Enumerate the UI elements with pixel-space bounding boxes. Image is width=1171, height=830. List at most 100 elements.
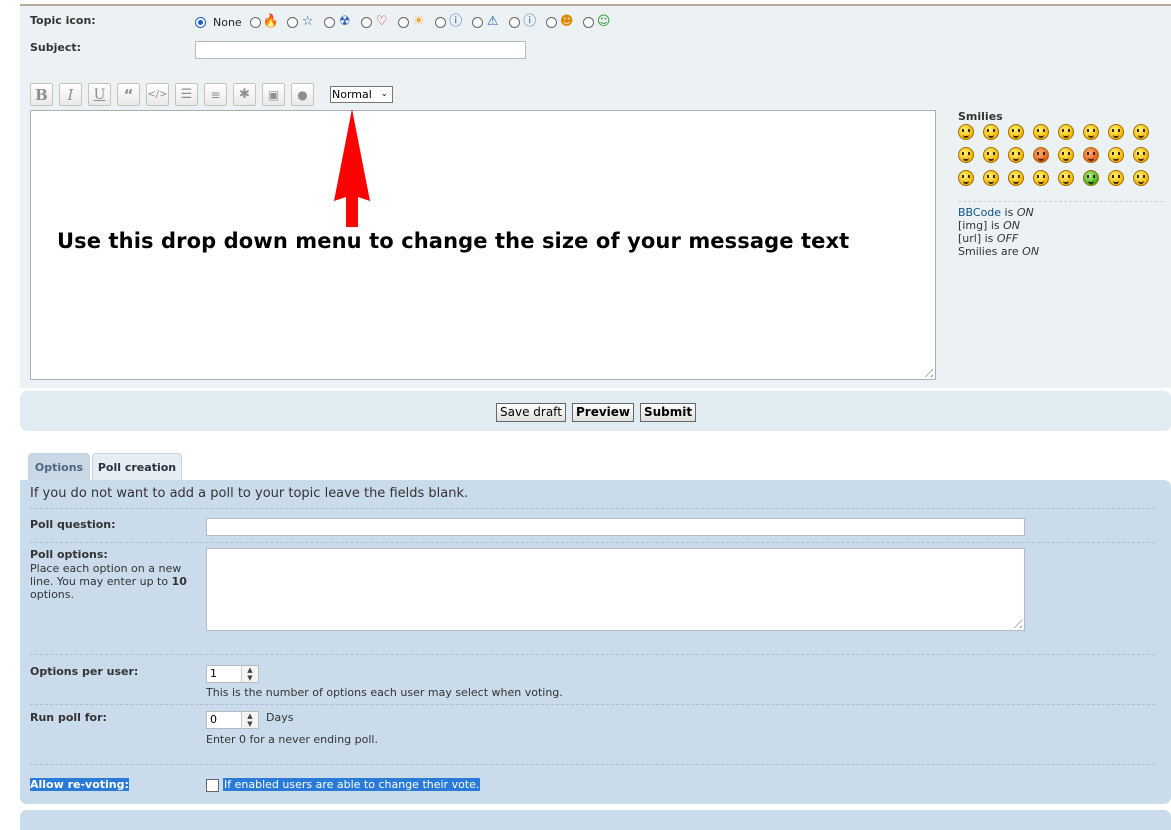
list-icon: ☰ bbox=[180, 87, 193, 102]
divider bbox=[30, 508, 1155, 509]
subject-label: Subject: bbox=[30, 41, 82, 54]
code-icon: </> bbox=[147, 89, 168, 100]
list-button[interactable]: ☰ bbox=[175, 83, 198, 106]
topic-icon-radio-sun[interactable] bbox=[397, 16, 409, 28]
topic-icon-radio-none[interactable] bbox=[195, 16, 206, 28]
bbcode-toolbar: B I U “ </> ☰ ≡ ✱ ▣ ● bbox=[30, 83, 320, 106]
topic-icon-radio-grin[interactable] bbox=[582, 16, 594, 28]
smiley-icon[interactable] bbox=[1133, 170, 1149, 186]
bbcode-link[interactable]: BBCode bbox=[958, 206, 1001, 219]
smiley-icon[interactable] bbox=[1133, 124, 1149, 140]
poll-options-label: Poll options: bbox=[30, 548, 108, 561]
tab-options[interactable]: Options bbox=[28, 453, 90, 480]
topic-icon-radio-radioactive[interactable] bbox=[323, 16, 335, 28]
run-poll-for-unit: Days bbox=[266, 711, 294, 724]
asterisk-icon: ✱ bbox=[239, 87, 250, 102]
poll-options-max: 10 bbox=[171, 575, 187, 588]
smiley-icon[interactable] bbox=[1058, 147, 1074, 163]
resize-handle[interactable] bbox=[1010, 616, 1022, 628]
smilies-label: Smilies are bbox=[958, 245, 1023, 258]
options-per-user-stepper[interactable]: 1 ▲ ▼ bbox=[206, 665, 259, 683]
smiley-icon[interactable] bbox=[1033, 124, 1049, 140]
topic-icon-label: Topic icon: bbox=[30, 14, 96, 27]
options-per-user-value: 1 bbox=[210, 667, 217, 680]
smiley-icon[interactable] bbox=[1033, 170, 1049, 186]
smiley-icon[interactable] bbox=[1008, 124, 1024, 140]
smiley-icon[interactable] bbox=[1083, 124, 1099, 140]
topic-icon-radio-info[interactable] bbox=[508, 16, 520, 28]
code-button[interactable]: </> bbox=[146, 83, 169, 106]
stepper-arrows-icon[interactable]: ▲ ▼ bbox=[241, 666, 258, 682]
smilies-state: ON bbox=[1022, 245, 1040, 258]
allow-revoting-checkbox[interactable] bbox=[206, 779, 219, 792]
font-size-select[interactable]: Normal ⌄ bbox=[330, 86, 393, 103]
resize-handle[interactable] bbox=[921, 365, 933, 377]
allow-revoting-label: Allow re-voting: bbox=[30, 778, 129, 791]
star-icon: ☆ bbox=[301, 14, 314, 29]
stepper-arrows-icon[interactable]: ▲ ▼ bbox=[241, 712, 258, 728]
topic-icon-radio-warning[interactable] bbox=[471, 16, 483, 28]
img-state: ON bbox=[1003, 219, 1021, 232]
topic-icon-radio-star[interactable] bbox=[286, 16, 298, 28]
quote-button[interactable]: “ bbox=[117, 83, 140, 106]
subject-input[interactable] bbox=[195, 41, 526, 59]
submit-button[interactable]: Submit bbox=[640, 403, 697, 422]
smiley-icon[interactable] bbox=[1108, 147, 1124, 163]
divider bbox=[30, 704, 1155, 705]
smiley-icon[interactable] bbox=[1083, 147, 1099, 163]
poll-options-description: Place each option on a new line. You may… bbox=[30, 562, 200, 601]
topic-icon-none-label: None bbox=[213, 15, 242, 29]
red-arrow-annotation bbox=[334, 109, 370, 227]
font-color-button[interactable]: ● bbox=[291, 83, 314, 106]
tab-poll-creation[interactable]: Poll creation bbox=[92, 453, 182, 480]
smiley-icon[interactable] bbox=[1108, 170, 1124, 186]
droplet-icon: ● bbox=[297, 87, 308, 102]
grin-icon: ☺ bbox=[596, 14, 611, 29]
topic-icon-radio-question[interactable] bbox=[434, 16, 446, 28]
italic-button[interactable]: I bbox=[59, 83, 82, 106]
smiley-icon[interactable] bbox=[1133, 147, 1149, 163]
bbcode-state: ON bbox=[1016, 206, 1034, 219]
poll-options-desc-1: Place each option on a new line. You may… bbox=[30, 562, 182, 588]
preview-button[interactable]: Preview bbox=[572, 403, 635, 422]
smiley-icon[interactable] bbox=[1058, 170, 1074, 186]
run-poll-for-hint: Enter 0 for a never ending poll. bbox=[206, 733, 378, 746]
topic-icon-radio-smiley[interactable] bbox=[545, 16, 557, 28]
smiley-icon[interactable] bbox=[1058, 124, 1074, 140]
smiley-icon[interactable] bbox=[958, 170, 974, 186]
smiley-icon[interactable] bbox=[1108, 124, 1124, 140]
question-icon: ⓘ bbox=[449, 14, 463, 29]
chevron-down-icon: ⌄ bbox=[380, 89, 388, 99]
footer-panel bbox=[20, 810, 1171, 830]
smilies-grid bbox=[958, 124, 1166, 186]
smiley-icon[interactable] bbox=[1008, 147, 1024, 163]
smiley-icon[interactable] bbox=[958, 147, 974, 163]
smiley-icon[interactable] bbox=[983, 170, 999, 186]
smiley-icon[interactable] bbox=[1008, 170, 1024, 186]
save-draft-button[interactable]: Save draft bbox=[496, 403, 566, 422]
underline-button[interactable]: U bbox=[88, 83, 111, 106]
bold-button[interactable]: B bbox=[30, 83, 53, 106]
smiley-icon[interactable] bbox=[1083, 170, 1099, 186]
topic-icon-options: None 🔥 ☆ ☢ ♡ ☀ ⓘ ⚠ ⓘ ☻ ☺ bbox=[195, 13, 620, 31]
url-label: [url] is bbox=[958, 232, 997, 245]
smiley-icon[interactable] bbox=[958, 124, 974, 140]
poll-question-input[interactable] bbox=[206, 518, 1025, 536]
ordered-list-button[interactable]: ≡ bbox=[204, 83, 227, 106]
smiley-icon[interactable] bbox=[983, 147, 999, 163]
image-button[interactable]: ▣ bbox=[262, 83, 285, 106]
list-item-button[interactable]: ✱ bbox=[233, 83, 256, 106]
allow-revoting-hint: If enabled users are able to change thei… bbox=[223, 778, 481, 791]
smiley-icon[interactable] bbox=[1033, 147, 1049, 163]
topic-icon-radio-fire[interactable] bbox=[249, 16, 261, 28]
run-poll-for-stepper[interactable]: 0 ▲ ▼ bbox=[206, 711, 259, 729]
run-poll-for-label: Run poll for: bbox=[30, 711, 107, 724]
smilies-title: Smilies bbox=[958, 110, 1003, 123]
smiley-icon[interactable] bbox=[983, 124, 999, 140]
topic-icon-radio-heart[interactable] bbox=[360, 16, 372, 28]
heart-icon: ♡ bbox=[375, 14, 388, 29]
url-state: OFF bbox=[996, 232, 1019, 245]
warning-icon: ⚠ bbox=[486, 14, 499, 29]
sun-icon: ☀ bbox=[412, 14, 425, 29]
poll-options-textarea[interactable] bbox=[206, 548, 1025, 631]
